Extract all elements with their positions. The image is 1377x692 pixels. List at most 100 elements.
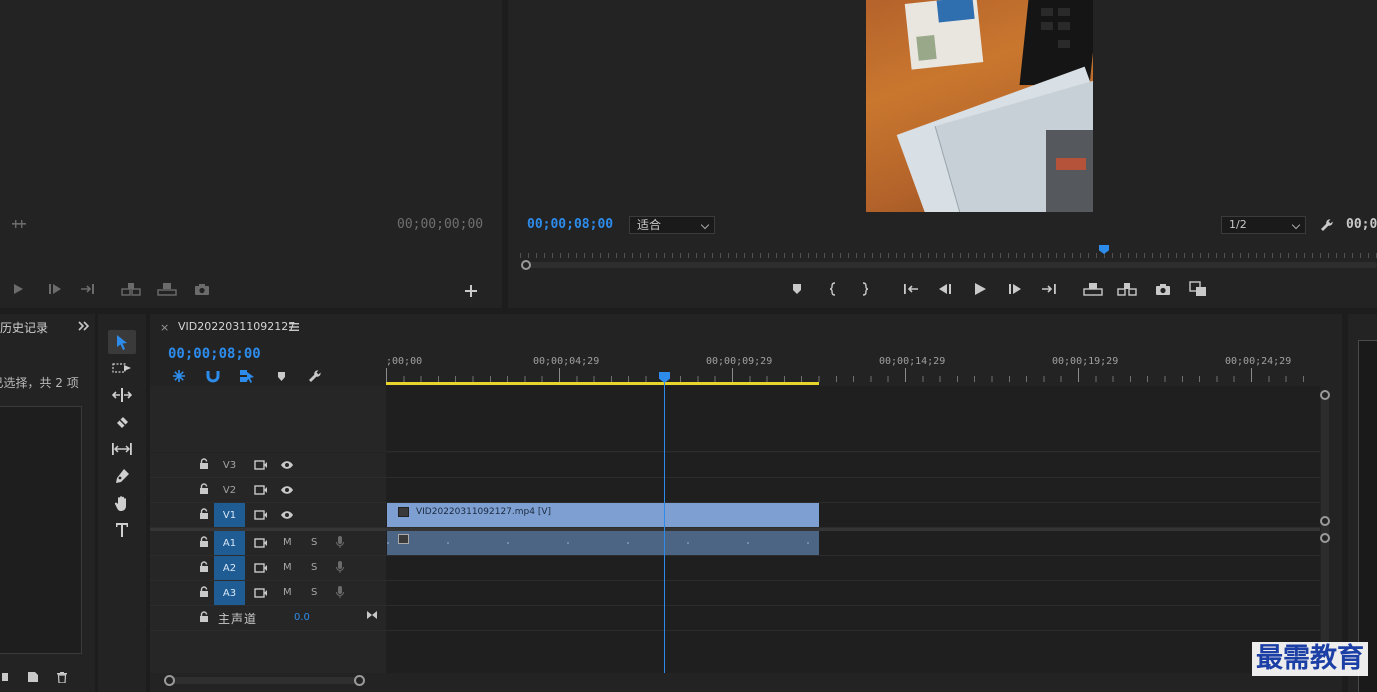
sync-lock-icon[interactable] [254, 510, 268, 520]
master-track-label: 主声道 [218, 612, 258, 626]
sync-lock-icon[interactable] [254, 538, 268, 548]
history-panel-title[interactable]: 历史记录 [0, 319, 48, 336]
timeline-ruler[interactable]: ;00;00 00;00;04;29 00;00;09;29 00;00;14;… [386, 356, 1312, 386]
timeline-tab-close-icon[interactable]: × [160, 321, 169, 334]
horizontal-zoom-scrollbar[interactable] [164, 677, 364, 684]
microphone-icon[interactable] [336, 536, 344, 549]
snap-icon[interactable] [204, 368, 222, 384]
add-marker-icon[interactable] [788, 280, 806, 298]
scroll-handle-top[interactable] [1320, 390, 1330, 400]
play-icon[interactable] [8, 280, 28, 298]
ruler-major-ticks [386, 368, 1306, 382]
type-tool[interactable] [108, 518, 136, 542]
lift-icon[interactable] [1082, 280, 1104, 298]
timeline-tab-name[interactable]: VID20220311092127 [178, 320, 295, 333]
microphone-icon[interactable] [336, 586, 344, 599]
mark-out-icon[interactable] [856, 280, 874, 298]
panel-overflow-icon[interactable] [76, 318, 92, 334]
extract-icon[interactable] [1116, 280, 1138, 298]
go-to-next-keyframe-icon[interactable] [366, 610, 378, 620]
sync-lock-icon[interactable] [254, 563, 268, 573]
program-timecode[interactable]: 00;00;08;00 [527, 217, 613, 232]
slip-tool[interactable] [108, 437, 136, 461]
track-v3: V3 [150, 453, 1320, 478]
mute-button[interactable]: M [283, 562, 292, 573]
lock-icon[interactable] [199, 536, 209, 548]
solo-button[interactable]: S [311, 562, 317, 573]
overwrite-icon[interactable] [156, 280, 178, 298]
scroll-handle-lower[interactable] [1320, 533, 1330, 543]
trash-icon[interactable] [55, 670, 69, 684]
history-list[interactable] [0, 406, 82, 654]
tab-menu-icon[interactable] [287, 320, 301, 334]
track-target[interactable]: V1 [214, 503, 245, 527]
ripple-edit-tool[interactable] [108, 383, 136, 407]
track-header: 主声道 0.0 [150, 606, 386, 630]
go-to-in-icon[interactable] [901, 280, 921, 298]
eye-icon[interactable] [280, 485, 294, 495]
step-forward-icon[interactable] [45, 280, 65, 298]
program-time-ruler[interactable] [520, 244, 1377, 258]
vertical-scrollbar[interactable] [1321, 390, 1329, 674]
master-volume-value[interactable]: 0.0 [294, 612, 310, 623]
eye-icon[interactable] [280, 510, 294, 520]
razor-tool[interactable] [108, 410, 136, 434]
mark-in-icon[interactable] [824, 280, 842, 298]
export-frame-icon[interactable] [1153, 280, 1173, 298]
track-target[interactable]: A3 [214, 581, 245, 605]
lock-icon[interactable] [199, 561, 209, 573]
timeline-settings-wrench-icon[interactable] [306, 368, 324, 384]
marker-in-out-icon[interactable] [10, 217, 28, 231]
comparison-view-icon[interactable] [1187, 279, 1209, 299]
lock-icon[interactable] [199, 458, 209, 470]
selection-tool[interactable] [108, 330, 136, 354]
track-select-tool[interactable] [108, 356, 136, 380]
mute-button[interactable]: M [283, 587, 292, 598]
sync-lock-icon[interactable] [254, 485, 268, 495]
video-clip[interactable]: VID20220311092127.mp4 [V] [387, 503, 819, 527]
microphone-icon[interactable] [336, 561, 344, 574]
add-marker-icon[interactable] [273, 368, 289, 384]
mute-button[interactable]: M [283, 537, 292, 548]
linked-selection-icon[interactable] [238, 368, 256, 384]
new-item-icon[interactable] [26, 670, 40, 684]
go-to-out-icon[interactable] [78, 280, 98, 298]
solo-button[interactable]: S [311, 537, 317, 548]
add-button-icon[interactable] [462, 282, 480, 300]
export-frame-icon[interactable] [192, 280, 212, 298]
nest-sequence-icon[interactable] [170, 368, 188, 384]
zoom-handle-right[interactable] [354, 675, 365, 686]
zoom-handle-left[interactable] [521, 260, 531, 270]
scroll-handle-mid[interactable] [1320, 516, 1330, 526]
step-icon[interactable] [0, 670, 10, 684]
track-target[interactable]: A1 [214, 531, 245, 555]
track-target[interactable]: A2 [214, 556, 245, 580]
solo-button[interactable]: S [311, 587, 317, 598]
sync-lock-icon[interactable] [254, 460, 268, 470]
eye-icon[interactable] [280, 460, 294, 470]
step-forward-icon[interactable] [1005, 280, 1025, 298]
lock-icon[interactable] [199, 483, 209, 495]
insert-icon[interactable] [120, 280, 142, 298]
timeline-timecode[interactable]: 00;00;08;00 [168, 346, 261, 362]
wrench-icon[interactable] [1318, 216, 1336, 234]
track-target[interactable]: V3 [214, 453, 245, 477]
track-target[interactable]: V2 [214, 478, 245, 502]
step-back-icon[interactable] [935, 280, 955, 298]
sync-lock-icon[interactable] [254, 588, 268, 598]
program-zoom-scrollbar[interactable] [522, 262, 1377, 268]
hand-tool[interactable] [108, 491, 136, 515]
fit-zoom-select[interactable]: 适合 [629, 216, 715, 234]
lock-icon[interactable] [199, 508, 209, 520]
play-icon[interactable] [970, 279, 990, 299]
lock-icon[interactable] [199, 586, 209, 598]
pen-tool[interactable] [108, 464, 136, 488]
lock-icon[interactable] [199, 611, 209, 623]
go-to-out-icon[interactable] [1039, 280, 1059, 298]
source-timecode[interactable]: 00;00;00;00 [397, 217, 483, 232]
playback-resolution-select[interactable]: 1/2 [1221, 216, 1306, 234]
zoom-handle-left[interactable] [164, 675, 175, 686]
ruler-label: 00;00;14;29 [879, 356, 946, 367]
audio-clip[interactable] [387, 531, 819, 555]
work-area-bar[interactable] [386, 382, 819, 385]
